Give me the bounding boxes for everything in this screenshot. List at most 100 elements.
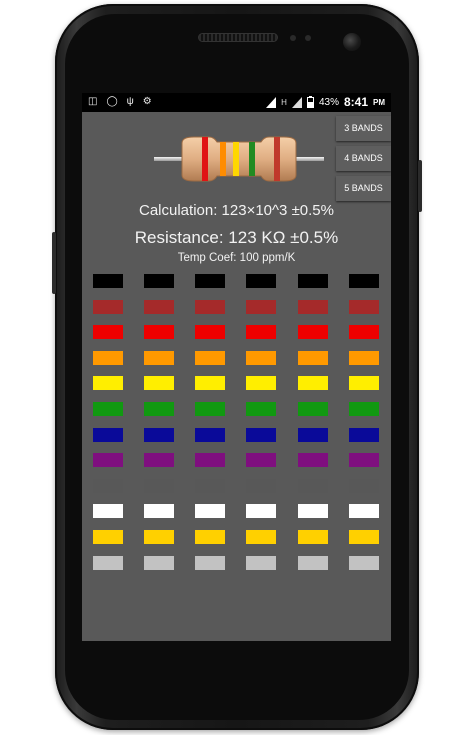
color-swatch-gray[interactable] [246,479,276,493]
resistor-lead-right [294,157,324,161]
color-swatch-yellow[interactable] [246,376,276,390]
earpiece-speaker [198,33,278,42]
color-swatch-brown[interactable] [298,300,328,314]
color-swatch-white[interactable] [349,504,379,518]
color-swatch-orange[interactable] [349,351,379,365]
color-swatch-brown[interactable] [195,300,225,314]
color-swatch-black[interactable] [93,274,123,288]
color-swatch-red[interactable] [93,325,123,339]
clock-ampm: PM [373,97,385,107]
light-sensor [305,35,311,41]
color-swatch-brown[interactable] [349,300,379,314]
color-swatch-brown[interactable] [93,300,123,314]
color-swatch-black[interactable] [349,274,379,288]
color-swatch-violet[interactable] [298,453,328,467]
color-swatch-silver[interactable] [298,556,328,570]
color-swatch-green[interactable] [349,402,379,416]
color-swatch-orange[interactable] [195,351,225,365]
four-bands-button[interactable]: 4 BANDS [336,146,391,171]
color-swatch-blue[interactable] [195,428,225,442]
usb-icon: ψ [126,96,134,107]
color-swatch-orange[interactable] [93,351,123,365]
color-swatch-silver[interactable] [246,556,276,570]
color-swatch-red[interactable] [298,325,328,339]
color-swatch-yellow[interactable] [195,376,225,390]
color-swatch-black[interactable] [144,274,174,288]
color-swatch-gold[interactable] [195,530,225,544]
color-swatch-blue[interactable] [93,428,123,442]
color-swatch-blue[interactable] [349,428,379,442]
color-swatch-gold[interactable] [93,530,123,544]
color-swatch-gray[interactable] [298,479,328,493]
color-swatch-silver[interactable] [144,556,174,570]
battery-percent: 43% [318,96,339,108]
color-swatch-gray[interactable] [93,479,123,493]
color-swatch-black[interactable] [195,274,225,288]
three-bands-button[interactable]: 3 BANDS [336,116,391,141]
power-button [418,160,422,212]
color-swatch-black[interactable] [298,274,328,288]
color-swatch-black[interactable] [246,274,276,288]
color-swatch-silver[interactable] [195,556,225,570]
color-swatch-white[interactable] [195,504,225,518]
status-bar: ◫ ◯ ψ ⚙ H 43% 8:41 PM [82,93,391,112]
color-swatch-gold[interactable] [246,530,276,544]
color-swatch-yellow[interactable] [93,376,123,390]
color-swatch-violet[interactable] [246,453,276,467]
resistor-band-5 [274,137,280,181]
color-swatch-silver[interactable] [93,556,123,570]
color-swatch-white[interactable] [144,504,174,518]
color-swatch-yellow[interactable] [298,376,328,390]
color-swatch-gray[interactable] [144,479,174,493]
color-swatch-gray[interactable] [349,479,379,493]
clock-time: 8:41 [343,95,368,109]
color-swatch-green[interactable] [246,402,276,416]
color-swatch-red[interactable] [195,325,225,339]
color-swatch-white[interactable] [93,504,123,518]
color-swatch-white[interactable] [246,504,276,518]
color-swatch-yellow[interactable] [349,376,379,390]
color-swatch-green[interactable] [144,402,174,416]
color-swatch-gray[interactable] [195,479,225,493]
color-swatch-blue[interactable] [246,428,276,442]
resistor-band-1 [202,137,208,181]
color-swatch-red[interactable] [246,325,276,339]
color-swatch-gold[interactable] [349,530,379,544]
color-swatch-green[interactable] [298,402,328,416]
color-swatch-green[interactable] [93,402,123,416]
five-bands-button[interactable]: 5 BANDS [336,176,391,201]
proximity-sensor [290,35,296,41]
color-swatch-brown[interactable] [246,300,276,314]
color-swatch-gold[interactable] [298,530,328,544]
resistor-illustration [154,136,324,182]
color-swatch-orange[interactable] [298,351,328,365]
android-debug-icon: ⚙ [142,96,152,107]
color-swatch-blue[interactable] [298,428,328,442]
color-swatch-orange[interactable] [246,351,276,365]
color-swatch-violet[interactable] [195,453,225,467]
color-swatch-red[interactable] [144,325,174,339]
temp-coef-text: Temp Coef: 100 ppm/K [177,252,296,264]
wifi-icon [266,96,277,108]
calculation-text: Calculation: 123×10^3 ±0.5% [139,202,334,219]
front-camera [343,33,361,51]
color-swatch-blue[interactable] [144,428,174,442]
color-swatch-yellow[interactable] [144,376,174,390]
battery-icon [306,96,314,108]
circle-icon: ◯ [106,96,118,107]
color-swatch-brown[interactable] [144,300,174,314]
color-swatch-violet[interactable] [144,453,174,467]
color-swatch-gold[interactable] [144,530,174,544]
color-swatch-orange[interactable] [144,351,174,365]
color-swatch-red[interactable] [349,325,379,339]
color-swatch-green[interactable] [195,402,225,416]
color-swatch-white[interactable] [298,504,328,518]
color-swatch-silver[interactable] [349,556,379,570]
sd-card-icon: ◫ [88,96,98,107]
color-swatch-violet[interactable] [349,453,379,467]
network-type-icon: H [281,97,287,107]
color-swatch-violet[interactable] [93,453,123,467]
color-band-grid [93,274,383,574]
app-screen: ◫ ◯ ψ ⚙ H 43% 8:41 PM 3 BANDS 4 BANDS 5 … [82,93,391,641]
volume-button [52,232,56,294]
